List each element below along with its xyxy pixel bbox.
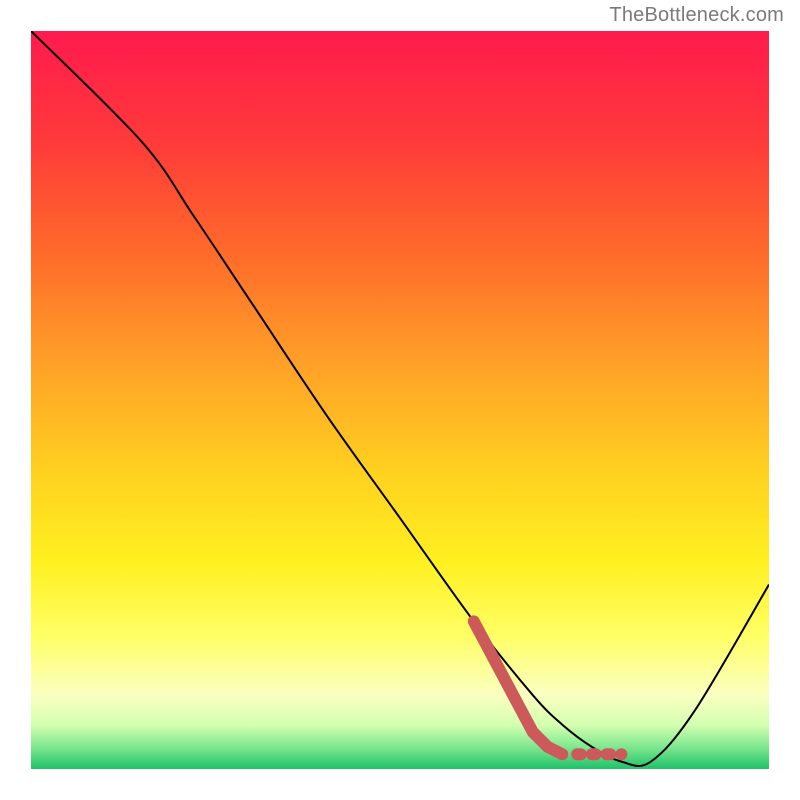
- bottleneck-curve: [31, 31, 769, 766]
- highlighted-segment: [474, 621, 563, 754]
- watermark-text: TheBottleneck.com: [609, 4, 784, 27]
- highlighted-dots: [577, 748, 627, 760]
- chart-svg: [31, 31, 769, 769]
- plot-area: [30, 30, 770, 770]
